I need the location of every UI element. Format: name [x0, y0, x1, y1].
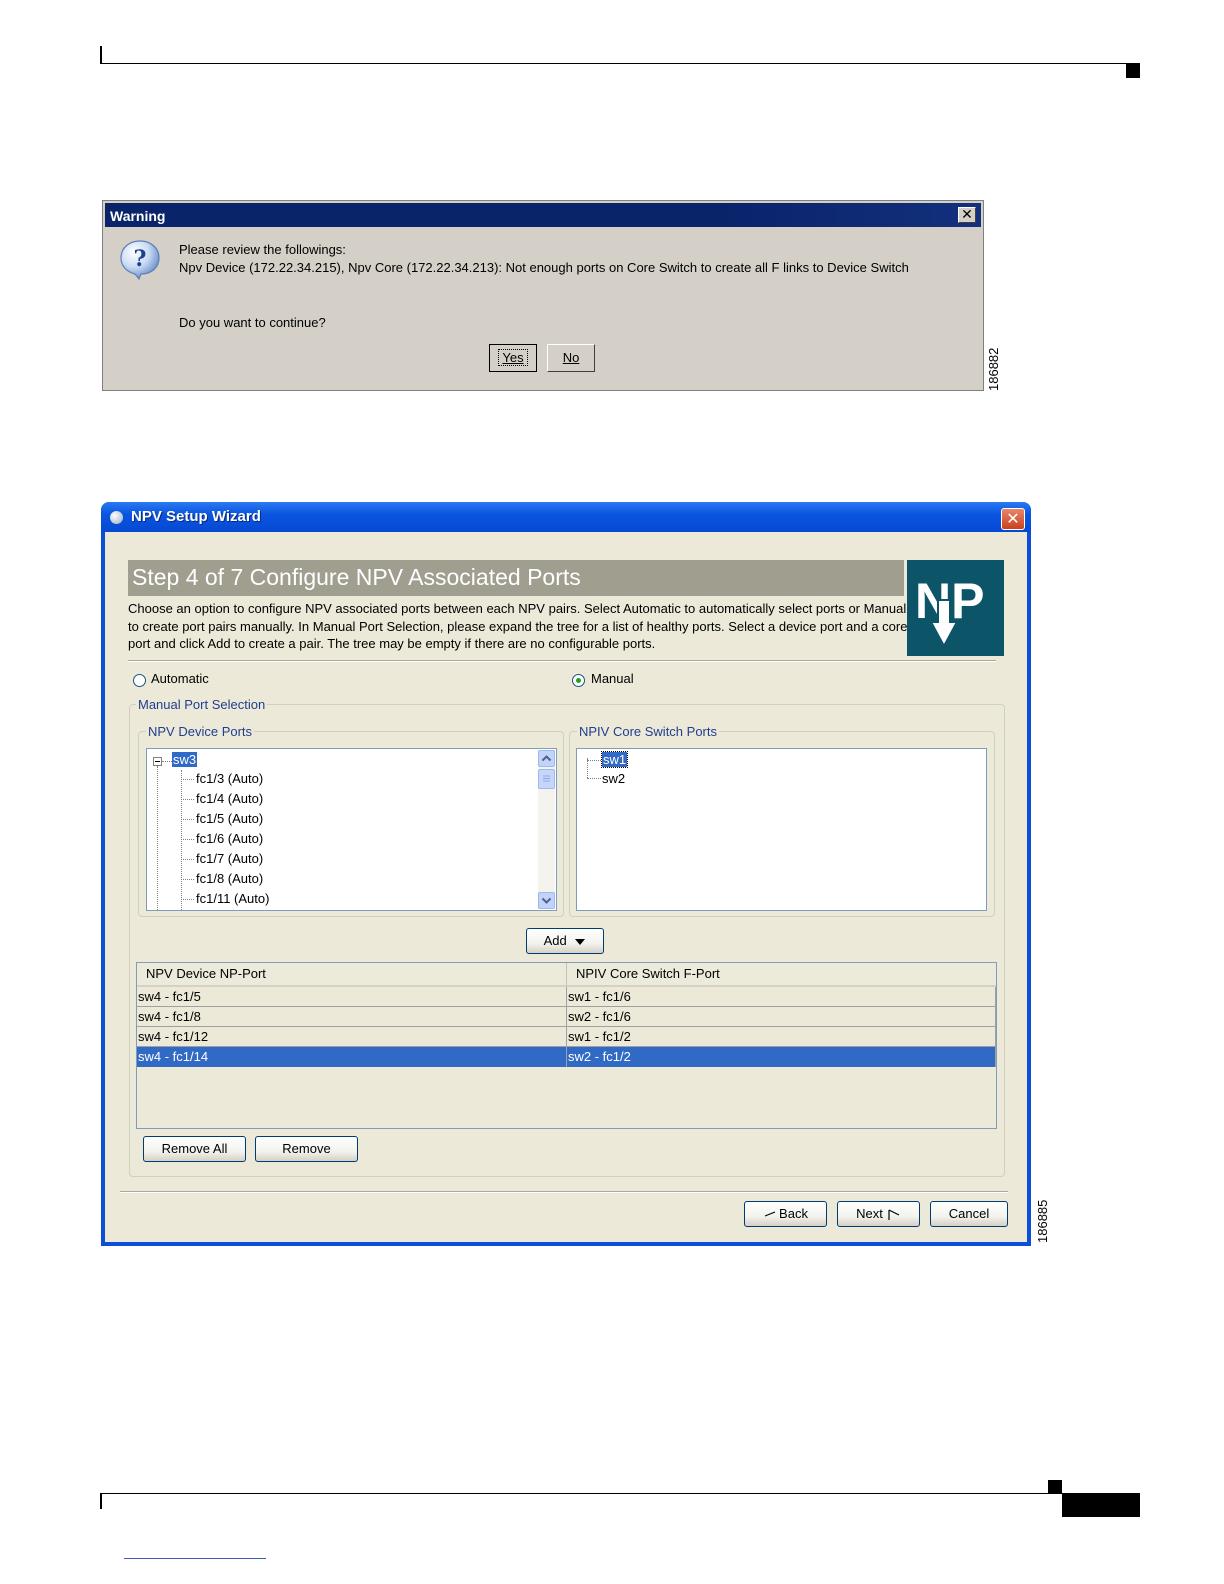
table-cell: sw1 - fc1/2 — [568, 1029, 631, 1044]
add-button[interactable]: Add — [526, 928, 604, 954]
automatic-radio[interactable] — [133, 674, 146, 687]
manual-radio[interactable] — [572, 674, 585, 687]
np-logo: NP — [907, 560, 1004, 656]
npv-device-ports-tree[interactable]: sw3 fc1/3 (Auto) fc1/4 (Auto) fc1/5 (Aut… — [146, 748, 557, 911]
next-flag-icon — [888, 1209, 900, 1220]
table-cell: sw4 - fc1/8 — [138, 1009, 201, 1024]
cancel-button-label: Cancel — [948, 1206, 990, 1221]
warning-title: Warning — [110, 208, 166, 224]
header-square-mark — [1126, 64, 1140, 78]
manual-radio-label[interactable]: Manual — [591, 671, 634, 686]
chevron-down-icon — [541, 897, 552, 904]
footer-page-tab — [1062, 1493, 1140, 1517]
table-cell: sw4 - fc1/14 — [138, 1049, 209, 1064]
next-button-label: Next — [856, 1206, 883, 1221]
manual-port-selection-label: Manual Port Selection — [136, 697, 268, 712]
footer-square-mark — [1048, 1480, 1062, 1494]
tree-item-port[interactable]: fc1/6 (Auto) — [196, 831, 263, 846]
device-ports-scrollbar[interactable] — [538, 750, 555, 909]
table-cell: sw2 - fc1/6 — [568, 1009, 631, 1024]
window-menu-icon[interactable] — [110, 511, 123, 524]
table-cell: sw2 - fc1/2 — [568, 1049, 631, 1064]
collapse-icon[interactable] — [153, 757, 162, 766]
column-header-core-f-port[interactable]: NPIV Core Switch F-Port — [567, 963, 996, 987]
port-pair-table[interactable]: NPV Device NP-Port NPIV Core Switch F-Po… — [136, 962, 997, 1129]
cancel-button[interactable]: Cancel — [930, 1201, 1008, 1227]
table-cell: sw4 - fc1/12 — [138, 1029, 209, 1044]
scroll-down-button[interactable] — [538, 892, 555, 909]
warning-line-2: Npv Device (172.22.34.215), Npv Core (17… — [179, 260, 909, 275]
footer-rule — [100, 1493, 1140, 1494]
svg-text:?: ? — [134, 246, 147, 272]
remove-all-button-label: Remove All — [161, 1141, 228, 1156]
yes-button[interactable]: Yes — [489, 344, 537, 372]
next-button[interactable]: Next — [837, 1201, 920, 1227]
yes-button-label: Yes — [498, 349, 528, 366]
tree-item-port[interactable]: fc1/8 (Auto) — [196, 871, 263, 886]
no-button-label: No — [562, 350, 580, 365]
remove-button[interactable]: Remove — [255, 1136, 358, 1162]
npv-device-ports-label: NPV Device Ports — [146, 724, 255, 739]
warning-figure-id: 186882 — [986, 347, 1001, 391]
remove-all-button[interactable]: Remove All — [143, 1136, 246, 1162]
wizard-figure-id: 186885 — [1035, 1199, 1050, 1243]
step-description: Choose an option to configure NPV associ… — [128, 601, 908, 651]
npiv-core-ports-tree[interactable]: sw1 sw2 — [576, 748, 987, 911]
npiv-core-ports-label: NPIV Core Switch Ports — [577, 724, 719, 739]
tree-item-port[interactable]: fc1/5 (Auto) — [196, 811, 263, 826]
tree-item-port[interactable]: fc1/7 (Auto) — [196, 851, 263, 866]
wizard-title: NPV Setup Wizard — [131, 508, 261, 525]
footer-rule-mark — [100, 1493, 102, 1509]
footer-link-underline[interactable] — [124, 1558, 266, 1559]
warning-line-1: Please review the followings: — [179, 242, 346, 257]
tree-node-sw3[interactable]: sw3 — [172, 752, 198, 767]
table-cell: sw4 - fc1/5 — [138, 989, 201, 1004]
chevron-up-icon — [541, 755, 552, 762]
back-button-label: Back — [779, 1206, 808, 1221]
grip-icon — [543, 775, 550, 782]
warning-dialog: Warning ✕ ? Please review the followings… — [102, 200, 984, 391]
step-title: Step 4 of 7 Configure NPV Associated Por… — [132, 564, 581, 590]
no-button[interactable]: No — [547, 344, 595, 372]
close-icon: ✕ — [961, 207, 973, 223]
wizard-title-bar[interactable]: NPV Setup Wizard ✕ — [101, 502, 1031, 532]
scroll-up-button[interactable] — [538, 750, 555, 767]
tree-item-port[interactable]: fc1/11 (Auto) — [196, 891, 269, 906]
wizard-body: Step 4 of 7 Configure NPV Associated Por… — [105, 532, 1027, 1242]
scroll-thumb[interactable] — [538, 769, 555, 789]
tree-node-sw2[interactable]: sw2 — [602, 771, 625, 786]
add-button-label: Add — [543, 933, 567, 948]
np-logo-graphic: NP — [915, 573, 984, 649]
npv-setup-wizard-window: NPV Setup Wizard ✕ Step 4 of 7 Configure… — [101, 502, 1031, 1246]
close-icon: ✕ — [1006, 509, 1020, 528]
automatic-radio-label[interactable]: Automatic — [151, 671, 209, 686]
column-header-device-np-port[interactable]: NPV Device NP-Port — [137, 963, 567, 987]
back-arrow-icon — [764, 1211, 776, 1217]
warning-title-bar[interactable]: Warning ✕ — [105, 203, 981, 227]
table-cell: sw1 - fc1/6 — [568, 989, 631, 1004]
tree-item-port[interactable]: fc1/3 (Auto) — [196, 771, 263, 786]
warning-close-button[interactable]: ✕ — [958, 207, 976, 223]
header-rule — [100, 63, 1140, 64]
header-rule-mark — [100, 46, 102, 64]
step-banner: Step 4 of 7 Configure NPV Associated Por… — [128, 560, 904, 596]
remove-button-label: Remove — [282, 1141, 331, 1156]
warning-question: Do you want to continue? — [179, 315, 326, 330]
tree-node-sw1[interactable]: sw1 — [600, 751, 629, 768]
wizard-close-button[interactable]: ✕ — [1001, 508, 1025, 530]
tree-item-port[interactable]: fc1/4 (Auto) — [196, 791, 263, 806]
question-icon: ? — [120, 240, 160, 281]
back-button[interactable]: Back — [744, 1201, 827, 1227]
caret-down-icon — [575, 938, 586, 945]
